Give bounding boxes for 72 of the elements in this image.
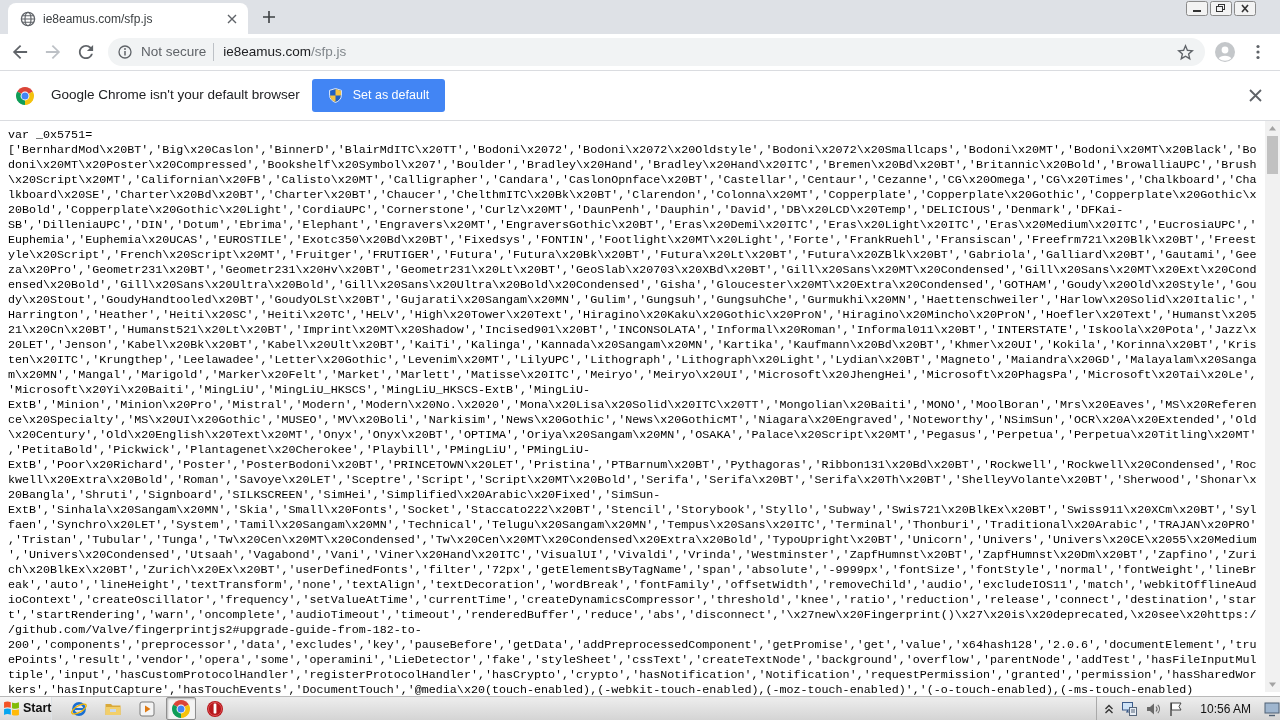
code-line: ioContext','createOscillator','frequency','setValueAtTime','currentTime','createDynamicsCompressor','threshold','knee','ratio','reduction','release','connect','destination','star	[8, 593, 1258, 608]
code-line: doni\x20MT\x20Poster\x20Compressed','Bookshelf\x20Symbol\x207','Boulder','Bradley\x20Hand','Bradley\x20Hand\x20ITC','Bremen\x20Bd\x20BT','Britannic\x20Bold','BrowalliaUPC','Brush	[8, 158, 1258, 173]
code-line: ['BernhardMod\x20BT','Big\x20Caslon','BinnerD','BlairMdITC\x20TT','Bodoni\x2072','Bodoni\x2072\x20Oldstyle','Bodoni\x2072\x20Smallcaps','Bodoni\x20MT','Bodoni\x20MT\x20Black','Bo	[8, 143, 1258, 158]
infobar-message: Google Chrome isn't your default browser	[51, 86, 300, 105]
code-line: ,'Tristan','Tubular','Tunga','Tw\x20Cen\x20MT\x20Condensed','Tw\x20Cen\x20MT\x20Condensed\x20Extra\x20Bold','TypoUpright\x20BT','Unicorn','Univers','Univers\x20CE\x2055\x20Medium	[8, 533, 1258, 548]
code-line: ,'PetitaBold','Pickwick','Plantagenet\x20Cherokee','Playbill','PMingLiU','PMingLiU-	[8, 443, 592, 458]
code-line: ce\x20Specialty','MS\x20UI\x20Gothic','MUSEO','MV\x20Boli','Narkisim','News\x20Gothic','News\x20GothicMT','Niagara\x20Engraved','Noteworthy','NSimSun','OCR\x20A\x20Extended','Old	[8, 413, 1258, 428]
restore-icon[interactable]	[1210, 1, 1232, 16]
code-line: dy\x20Stout','GoudyHandtooled\x20BT','GoudyOLSt\x20BT','Gujarati\x20Sangam\x20MN','Gulim','Gungsuh','GungsuhChe','Gurmukhi\x20MN','Haettenschweiler','Harlow\x20Solid\x20Italic','	[8, 293, 1258, 308]
code-line: 20Bold','Copperplate\x20Gothic\x20Light','CordiaUPC','Cornerstone','Curlz\x20MT','DaunPenh','Dauphin','David','DB\x20LCD\x20Temp','DELICIOUS','Denmark','DFKai-	[8, 203, 1125, 218]
code-line: SB','DilleniaUPC','DIN','Dotum','Ebrima','Elephant','Engravers\x20MT','EngraversGothic\x20BT','Eras\x20Demi\x20ITC','Eras\x20Light\x20ITC','Eras\x20Medium\x20ITC','EucrosiaUPC','	[8, 218, 1258, 233]
code-line: yle\x20Script','French\x20Script\x20MT','Fruitger','FRUTIGER','Futura','Futura\x20Bk\x20BT','Futura\x20Lt\x20BT','Futura\x20ZBlk\x20BT','Gabriola','Galliard\x20BT','Gautami','Gee	[8, 248, 1258, 263]
code-line: Euphemia','Euphemia\x20UCAS','EUROSTILE','Exotc350\x20Bd\x20BT','Fixedsys','FONTIN','Footlight\x20MT\x20Light','Forte','FrankRuehl','Fransiscan','Freefrm721\x20Blk\x20BT','Freest	[8, 233, 1258, 248]
play-icon	[138, 699, 156, 718]
code-line: 20LET','Jenson','Kabel\x20Bk\x20BT','Kabel\x20Ult\x20BT','KaiTi','Kalinga','Kannada\x20Sangam\x20MN','Kartika','Kaufmann\x20Bd\x20BT','Khmer\x20UI','Kokila','Korinna\x20BT','Kris	[8, 338, 1258, 353]
browser-logo-icon	[16, 86, 34, 105]
info-icon[interactable]	[118, 45, 132, 59]
close-icon[interactable]	[1234, 1, 1256, 16]
code-line: t','startRendering','warn','oncomplete','audioTimeout','timeout','renderedBuffer','reduce','abs','disconnect','\x27new\x20Fingerprint()\x27\x20is\x20deprecated,\x20see\x20https:/	[8, 608, 1258, 623]
url-text[interactable]: ie8eamus.com/sfp.js	[223, 41, 347, 63]
globe-orbit-icon	[70, 699, 88, 718]
code-line: 'Microsoft\x20Yi\x20Baiti','MingLiU','MingLiU_HKSCS','MingLiU_HKSCS-ExtB','MingLiU-	[8, 383, 592, 398]
code-line: var _0x5751=	[8, 128, 94, 143]
plus-icon[interactable]	[263, 11, 275, 23]
code-line: 200','components','preprocessor','data','excludes','key','pauseBefore','getData','addPreprocessedComponent','getPromise','get','value','x64hash128','2.0.6','documentElement','tru	[8, 638, 1258, 653]
taskbar-button[interactable]	[166, 697, 196, 720]
clock-text[interactable]: 10:56 AM	[1200, 699, 1251, 718]
code-line: Harrington','Heather','Heiti\x20SC','Heiti\x20TC','HELV','High\x20Tower\x20Text','Hiragino\x20Kaku\x20Gothic\x20ProN','Hiragino\x20Mincho\x20ProN','Hoefler\x20Text','Humanst\x205	[8, 308, 1258, 323]
code-line: /github.com/Valve/fingerprintjs2#upgrade-guide-from-182-to-	[8, 623, 423, 638]
code-line: ensed\x20Bold','Gill\x20Sans\x20Ultra\x20Bold','Gill\x20Sans\x20Ultra\x20Bold\x20Condensed','Gisha','Gloucester\x20MT\x20Extra\x20Condensed','GOTHAM','Goudy\x20Old\x20Style','Gou	[8, 278, 1258, 293]
code-line: ExtB','Sinhala\x20Sangam\x20MN','Skia','Small\x20Fonts','Socket','Staccato222\x20BT','Stencil','Storybook','Styllo','Subway','Swis721\x20BlkEx\x20BT','Swiss911\x20XCm\x20BT','Syl	[8, 503, 1258, 518]
minimize-icon[interactable]	[1186, 1, 1208, 16]
back-icon[interactable]	[12, 44, 28, 60]
scrollbar-thumb[interactable]	[1267, 136, 1278, 174]
close-icon[interactable]	[227, 13, 237, 24]
code-line: ch\x20BlkEx\x20BT','Zurich\x20Ex\x20BT','userDefinedFonts','filter','72px','getElementsByTagName','span','absolute','-9999px','fontSize','fontStyle','normal','fontWeight','lineBr	[8, 563, 1258, 578]
chevron-up-icon[interactable]	[1104, 702, 1115, 715]
globe-icon	[20, 10, 36, 27]
code-line: lkboard\x20SE','Charter\x20Bd\x20BT','Charter\x20BT','Chaucer','ChelthmITC\x20Bk\x20BT','Clarendon','Colonna\x20MT','Copperplate','Copperplate\x20Gothic','Copperplate\x20Gothic\x	[8, 188, 1258, 203]
code-line: 21\x20Cn\x20BT','Humanst521\x20Lt\x20BT','Imprint\x20MT\x20Shadow','Incised901\x20BT','INCONSOLATA','Informal\x20Roman','Informal011\x20BT','INTERSTATE','Iskoola\x20Pota','Jazz\x	[8, 323, 1258, 338]
set-default-button[interactable]: Set as default	[311, 79, 446, 112]
close-icon[interactable]	[1249, 89, 1262, 102]
flag-icon[interactable]	[1168, 700, 1184, 717]
scrollbar[interactable]	[1265, 121, 1280, 692]
code-line: tiple','input','hasCustomProtocolHandler','registerProtocolHandler','hasCrypto','crypto','hasNotification','Notification','requestPermission','granted','permission','hasSharedWor	[8, 668, 1258, 683]
code-line: kers','hasInputCapture','hasTouchEvents','DocumentTouch','@media\x20(touch-enabled),(-webkit-touch-enabled),(-moz-touch-enabled)','(-o-touch-enabled),(-ms-touch-enabled)	[8, 683, 1195, 696]
address-bar[interactable]: Not secure ie8eamus.com/sfp.js	[108, 38, 1205, 66]
code-line: 20Bangla','Shruti','Signboard','SILKSCREEN','SimHei','Simplified\x20Arabic\x20Fixed','SimSun-	[8, 488, 662, 503]
shield-icon	[328, 88, 342, 103]
code-line: ExtB','Minion','Minion\x20Pro','Mistral','Modern','Modern\x20No.\x2020','Mona\x20Lisa\x20Solid\x20ITC\x20TT','Mongolian\x20Baiti','MONO','MoolBoran','Mrs\x20Eaves','MS\x20Referen	[8, 398, 1258, 413]
code-line: m\x20MN','Mangal','Marigold','Marker\x20Felt','Market','Marlett','Matisse\x20ITC','Meiryo','Meiryo\x20UI','Microsoft\x20JhengHei','Microsoft\x20PhagsPa','Microsoft\x20Tai\x20Le',	[8, 368, 1258, 383]
browser-tab[interactable]: ie8eamus.com/sfp.js	[8, 3, 248, 34]
start-logo-icon	[3, 700, 20, 717]
network-icon[interactable]	[1121, 700, 1139, 717]
show-desktop-icon[interactable]	[1264, 700, 1280, 717]
code-line: faen','Synchro\x20LET','System','Tamil\x20Sangam\x20MN','Technical','Telugu\x20Sangam\x20MN','Tempus\x20Sans\x20ITC','Terminal','Thonburi','Traditional\x20Arabic','TRAJAN\x20PRO'	[8, 518, 1258, 533]
code-line: eak','auto','lineHeight','textTransform','none','textAlign','textDecoration','wordBreak','fontFamily','offsetWidth','removeChild','audio','excludeIOS11','match','webkitOfflineAud	[8, 578, 1258, 593]
start-button[interactable]: Start	[0, 697, 52, 720]
star-icon[interactable]	[1177, 43, 1194, 61]
menu-icon[interactable]	[1256, 44, 1260, 60]
code-line: kwell\x20Extra\x20Bold','Roman','Savoye\x20LET','Sceptre','Script','Script\x20MT\x20Bold','Serifa','Serifa\x20BT','Serifa\x20Th\x20BT','ShelleyVolante\x20BT','Sherwood','Shonar\x	[8, 473, 1258, 488]
code-line: za\x20Pro','Geometr231\x20BT','Geometr231\x20Hv\x20BT','Geometr231\x20Lt\x20BT','GeoSlab\x20703\x20XBd\x20BT','Gill\x20Sans\x20MT\x20Condensed','Gill\x20Sans\x20MT\x20Ext\x20Cond	[8, 263, 1258, 278]
security-label[interactable]: Not secure	[141, 41, 207, 63]
browser-logo-icon	[172, 699, 190, 718]
code-line: ','Univers\x20Condensed','Utsaah','Vagabond','Vani','Viner\x20Hand\x20ITC','VisualUI','Vivaldi','Vrinda','Westminster','ZapfHumnst\x20BT','ZapfHumnst\x20Dm\x20BT','Zapfino','Zuri	[8, 548, 1258, 563]
code-line: ten\x20ITC','Krungthep','Leelawadee','Letter\x20Gothic','Levenim\x20MT','LilyUPC','Lithograph','Lithograph\x20Light','Lydian\x20BT','Magneto','Maiandra\x20GD','Malayalam\x20Sanga	[8, 353, 1258, 368]
alert-icon	[206, 699, 224, 718]
code-line: ePoints','result','vendor','opera','some','operamini','LieDetector','fake','styleSheet','cssText','createTextNode','background','overflow','parentNode','addTest','hasFileInputMul	[8, 653, 1258, 668]
reload-icon[interactable]	[78, 44, 94, 60]
code-line: \x20Century','Old\x20English\x20Text\x20MT','Onyx','Onyx\x20BT','OPTIMA','Oriya\x20Sangam\x20MN','OSAKA','Palace\x20Script\x20MT','Pegasus','Perpetua','Perpetua\x20Titling\x20MT'	[8, 428, 1258, 443]
code-line: ExtB','Poor\x20Richard','Poster','PosterBodoni\x20BT','PRINCETOWN\x20LET','Pristina','PTBarnum\x20BT','Pythagoras','Ribbon131\x20Bd\x20BT','Rockwell','Rockwell\x20Condensed','Roc	[8, 458, 1258, 473]
code-line: \x20Script\x20MT','Californian\x20FB','Calisto\x20MT','Calligrapher','Candara','CaslonOpnface\x20BT','Castellar','Centaur','Cezanne','CG\x20Omega','CG\x20Times','Chalkboard','Cha	[8, 173, 1258, 188]
